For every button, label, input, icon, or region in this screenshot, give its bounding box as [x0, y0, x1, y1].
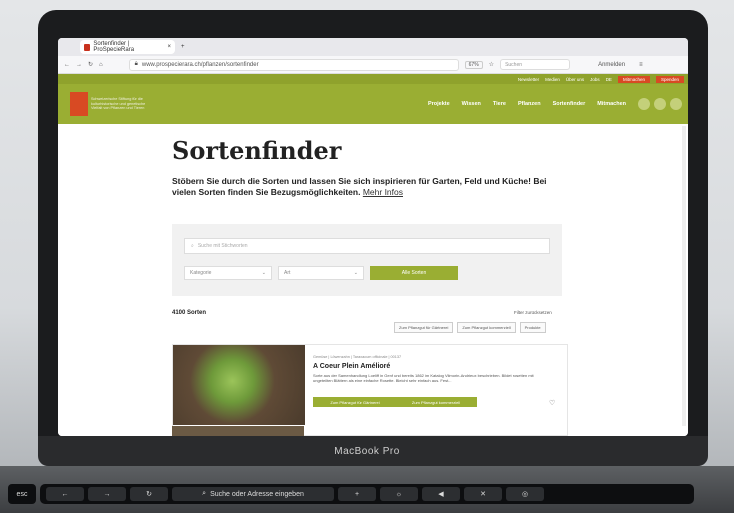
category-select-value: Kategorie [190, 270, 212, 276]
tb-new-tab-icon[interactable]: + [338, 487, 376, 501]
touch-bar: ← → ↻ ⌕ Suche oder Adresse eingeben + ☼ … [40, 484, 694, 504]
plant-image[interactable] [173, 345, 305, 425]
filter-chip-produkte[interactable]: Produkte [519, 322, 546, 333]
menu-item-mitmachen[interactable]: Mitmachen [597, 101, 626, 107]
reset-filters-link[interactable]: Filter zurücksetzen [514, 310, 552, 315]
page-intro: Stöbern Sie durch die Sorten und lassen … [172, 176, 572, 199]
menu-item-tiere[interactable]: Tiere [493, 101, 506, 107]
tb-mute-icon[interactable]: ✕ [464, 487, 502, 501]
close-icon[interactable]: × [167, 44, 171, 50]
result-count: 4100 Sorten [172, 310, 207, 316]
tb-address-search[interactable]: ⌕ Suche oder Adresse eingeben [172, 487, 334, 501]
esc-key[interactable]: esc [8, 484, 36, 504]
menu-icon[interactable]: ≡ [639, 62, 643, 68]
filter-chip-gaertnerei[interactable]: Zum Pflanzgut für Gärtnerei [394, 322, 454, 333]
next-card-image [172, 426, 304, 436]
zoom-level[interactable]: 67% [464, 60, 483, 69]
keyword-search-input[interactable]: ⌕ Suche mit Stichworten [184, 238, 550, 254]
scrollbar[interactable] [682, 126, 686, 426]
intro-text: Stöbern Sie durch die Sorten und lassen … [172, 176, 547, 198]
species-select-value: Art [284, 270, 291, 276]
user-icon[interactable] [654, 98, 666, 110]
tab-bar: Sortenfinder | ProSpecieRara × + [58, 38, 688, 56]
tb-brightness-icon[interactable]: ☼ [380, 487, 418, 501]
forward-icon[interactable]: → [76, 62, 82, 68]
search-box[interactable]: Suchen [500, 59, 571, 70]
cart-icon[interactable] [670, 98, 682, 110]
reload-icon[interactable]: ↻ [88, 61, 93, 68]
menu-item-projekte[interactable]: Projekte [428, 101, 450, 107]
account-button[interactable]: Anmelden [598, 62, 625, 68]
tb-siri-icon[interactable]: ◎ [506, 487, 544, 501]
url-text: www.prospecierara.ch/pflanzen/sortenfind… [141, 61, 259, 68]
tb-search-icon: ⌕ [202, 490, 207, 497]
tab-active[interactable]: Sortenfinder | ProSpecieRara × [80, 40, 175, 54]
menu-item-wissen[interactable]: Wissen [462, 101, 481, 107]
logo-tagline: Schweizerische Stiftung für die kulturhi… [91, 96, 146, 111]
favorite-icon[interactable]: ♡ [549, 399, 555, 407]
search-panel: ⌕ Suche mit Stichworten Kategorie ⌄ Art … [172, 224, 562, 296]
mitmachen-button[interactable]: Mitmachen [617, 75, 650, 83]
show-results-button[interactable]: Alle Sorten [370, 266, 458, 280]
chevron-down-icon: ⌄ [261, 270, 266, 276]
main-menu: Projekte Wissen Tiere Pflanzen Sortenfin… [428, 101, 626, 107]
language-select[interactable]: DE [606, 77, 612, 82]
tb-volume-icon[interactable]: ◀ [422, 487, 460, 501]
menu-item-sortenfinder[interactable]: Sortenfinder [553, 101, 586, 107]
favicon-icon [84, 43, 91, 51]
filter-chips: Zum Pflanzgut für Gärtnerei Zum Pflanzgu… [394, 322, 546, 333]
browser-window: Sortenfinder | ProSpecieRara × + ← → ↻ ⌂… [58, 38, 688, 436]
header-actions [638, 98, 682, 110]
device-label: MacBook Pro [334, 446, 400, 457]
buy-kommerziell-button[interactable]: Zum Pflanzgut kommerziell [395, 397, 477, 407]
top-link-medien[interactable]: Medien [545, 77, 560, 82]
result-card[interactable]: Gemüse | Löwenzahn | Taraxacum officinal… [172, 344, 568, 436]
page-title: Sortenfinder [172, 136, 342, 165]
site-topbar: Newsletter Medien Über uns Jobs DE Mitma… [58, 74, 688, 84]
tb-reload-icon[interactable]: ↻ [130, 487, 168, 501]
url-bar[interactable]: 🔒︎ www.prospecierara.ch/pflanzen/sortenf… [128, 58, 459, 71]
top-link-jobs[interactable]: Jobs [590, 77, 600, 82]
lock-icon: 🔒︎ [134, 61, 138, 67]
spenden-button[interactable]: Spenden [655, 75, 684, 83]
site-navigation: Schweizerische Stiftung für die kulturhi… [58, 84, 688, 124]
search-icon: ⌕ [191, 243, 194, 249]
logo[interactable] [70, 92, 88, 116]
nav-toolbar: ← → ↻ ⌂ 🔒︎ www.prospecierara.ch/pflanzen… [58, 56, 688, 74]
species-select[interactable]: Art ⌄ [278, 266, 364, 280]
menu-item-pflanzen[interactable]: Pflanzen [518, 101, 541, 107]
chevron-down-icon: ⌄ [353, 270, 358, 276]
main-content: Sortenfinder Stöbern Sie durch die Sorte… [58, 124, 688, 436]
search-icon[interactable] [638, 98, 650, 110]
category-select[interactable]: Kategorie ⌄ [184, 266, 272, 280]
buy-gaertnerei-button[interactable]: Zum Pflanzgut für Gärtnerei [313, 397, 397, 407]
new-tab-icon[interactable]: + [181, 44, 185, 50]
tb-back-icon[interactable]: ← [46, 487, 84, 501]
filter-chip-kommerziell[interactable]: Zum Pflanzgut kommerziell [457, 322, 516, 333]
top-link-ueber-uns[interactable]: Über uns [566, 77, 584, 82]
more-info-link[interactable]: Mehr Infos [363, 187, 403, 197]
top-link-newsletter[interactable]: Newsletter [518, 77, 539, 82]
card-description: Sorte aus der Samenhandlung Loeliff in G… [313, 373, 534, 384]
bookmark-star-icon[interactable]: ☆ [489, 61, 494, 68]
tab-title: Sortenfinder | ProSpecieRara [93, 41, 135, 53]
card-title[interactable]: A Coeur Plein Amélioré [313, 363, 390, 370]
card-meta: Gemüse | Löwenzahn | Taraxacum officinal… [313, 355, 402, 359]
back-icon[interactable]: ← [64, 62, 70, 68]
home-icon[interactable]: ⌂ [99, 62, 103, 68]
tb-search-label: Suche oder Adresse eingeben [210, 490, 304, 498]
tb-forward-icon[interactable]: → [88, 487, 126, 501]
search-placeholder: Suche mit Stichworten [197, 243, 248, 249]
